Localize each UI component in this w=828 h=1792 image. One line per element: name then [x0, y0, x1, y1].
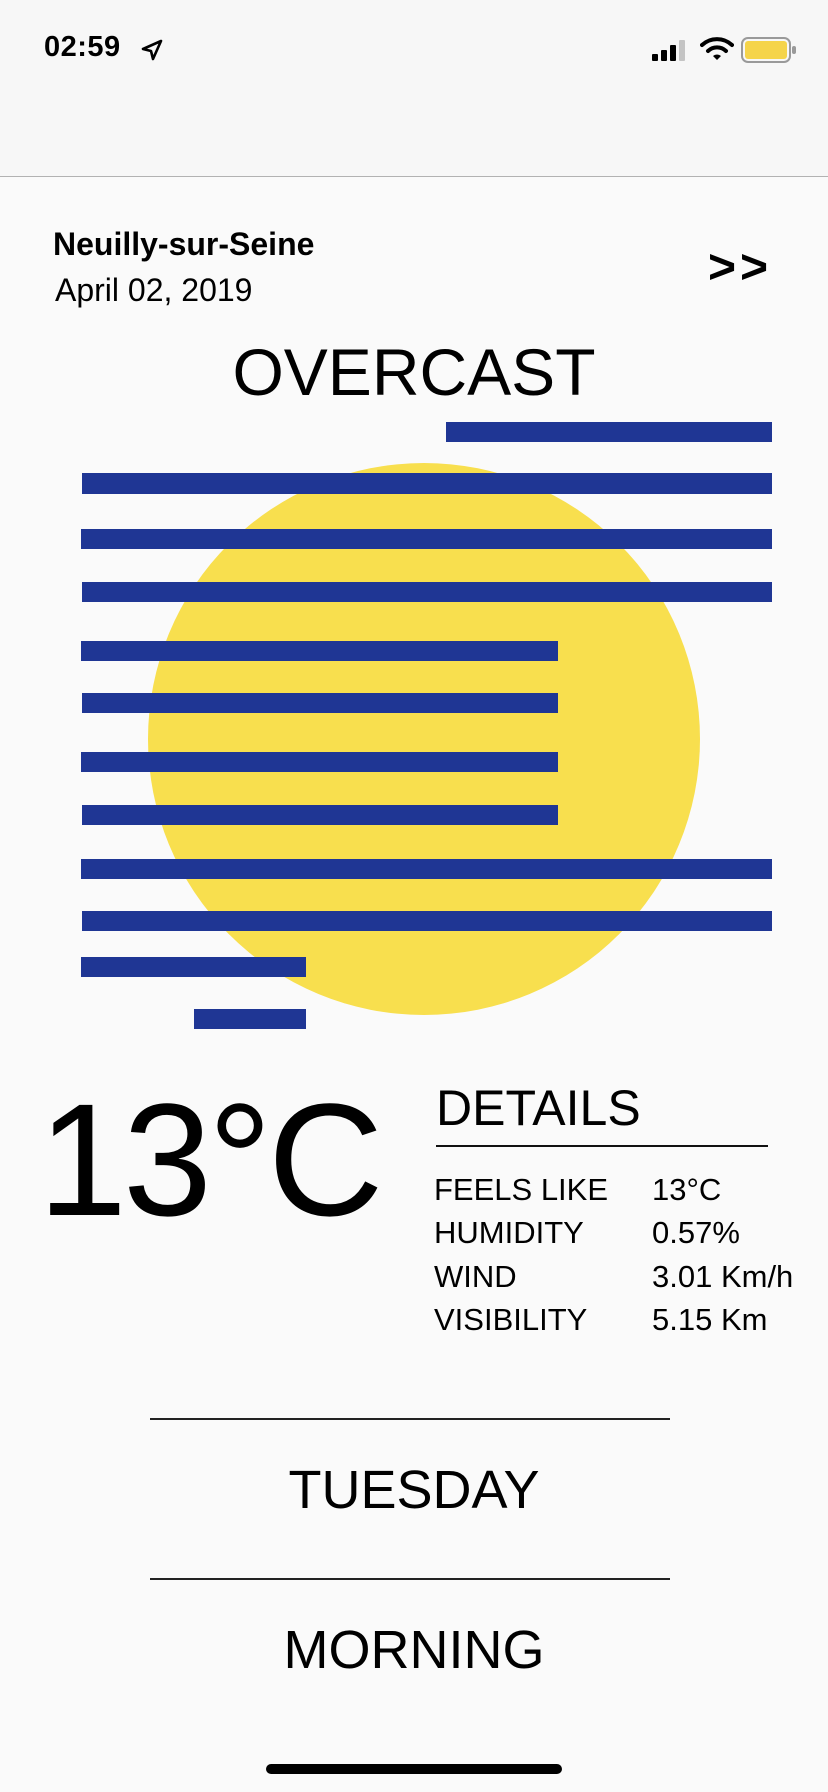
status-time: 02:59 — [44, 31, 121, 63]
detail-label: VISIBILITY — [434, 1302, 588, 1337]
signal-bars-icon — [652, 40, 685, 61]
detail-row-wind: WIND 3.01 Km/h — [434, 1256, 814, 1298]
detail-value: 0.57% — [652, 1215, 740, 1250]
details-heading: DETAILS — [436, 1080, 641, 1136]
detail-value: 5.15 Km — [652, 1302, 768, 1337]
battery-icon — [741, 37, 796, 63]
period-selector[interactable]: MORNING — [0, 1618, 828, 1682]
detail-row-humidity: HUMIDITY 0.57% — [434, 1212, 814, 1254]
home-indicator[interactable] — [266, 1764, 562, 1774]
day-selector[interactable]: TUESDAY — [0, 1458, 828, 1522]
detail-value: 13°C — [652, 1172, 722, 1207]
city-name: Neuilly-sur-Seine — [53, 226, 315, 262]
detail-label: HUMIDITY — [434, 1215, 584, 1250]
details-divider — [436, 1145, 768, 1147]
current-temperature: 13°C — [38, 1070, 383, 1249]
status-bar: 02:59 — [0, 0, 828, 177]
detail-row-visibility: VISIBILITY 5.15 Km — [434, 1299, 814, 1341]
overcast-illustration — [81, 422, 772, 1029]
current-date: April 02, 2019 — [55, 272, 253, 308]
wifi-icon — [700, 37, 734, 60]
divider — [150, 1418, 670, 1420]
detail-label: WIND — [434, 1259, 517, 1294]
next-button[interactable]: >> — [708, 244, 772, 292]
divider — [150, 1578, 670, 1580]
weather-condition: OVERCAST — [232, 335, 596, 409]
detail-value: 3.01 Km/h — [652, 1259, 794, 1294]
detail-row-feels-like: FEELS LIKE 13°C — [434, 1169, 814, 1211]
detail-label: FEELS LIKE — [434, 1172, 609, 1207]
location-arrow-icon — [141, 39, 163, 61]
